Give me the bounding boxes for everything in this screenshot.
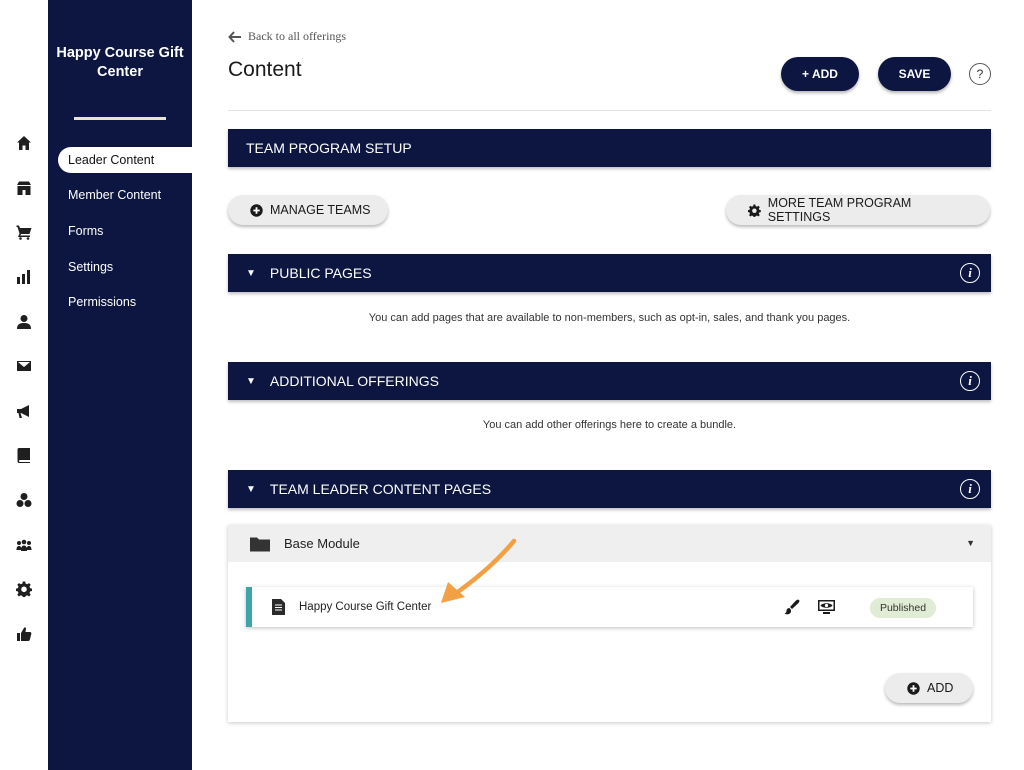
community-icon[interactable] [14, 535, 34, 555]
cart-icon[interactable] [14, 222, 34, 242]
status-badge: Published [870, 598, 936, 618]
megaphone-icon[interactable] [14, 401, 34, 421]
back-link[interactable]: Back to all offerings [228, 29, 346, 44]
module-name: Base Module [284, 536, 360, 551]
groups-icon[interactable] [14, 490, 34, 510]
additional-offerings-bar: ▼ ADDITIONAL OFFERINGS i [228, 362, 991, 400]
plus-circle-icon [907, 681, 920, 695]
team-program-setup-bar: TEAM PROGRAM SETUP [228, 129, 991, 167]
team-leader-content-title: TEAM LEADER CONTENT PAGES [269, 481, 492, 497]
add-button[interactable]: + ADD [781, 57, 859, 91]
preview-icon[interactable] [818, 599, 835, 615]
add-page-label: ADD [927, 681, 954, 695]
team-program-setup-title: TEAM PROGRAM SETUP [246, 140, 412, 156]
document-icon [272, 599, 285, 615]
mail-icon[interactable] [14, 356, 34, 376]
arrow-left-icon [228, 30, 241, 43]
gear-icon [748, 204, 761, 217]
info-icon[interactable]: i [960, 371, 980, 391]
more-team-settings-button[interactable]: MORE TEAM PROGRAM SETTINGS [726, 195, 990, 225]
collapse-toggle-icon[interactable]: ▼ [246, 268, 256, 279]
manage-teams-button[interactable]: MANAGE TEAMS [228, 195, 388, 225]
plus-circle-icon [250, 203, 263, 217]
content-page-row[interactable]: Happy Course Gift Center Published [246, 587, 973, 627]
header-divider [228, 110, 991, 111]
book-icon[interactable] [14, 445, 34, 465]
public-pages-note: You can add pages that are available to … [368, 312, 851, 324]
team-leader-content-bar: ▼ TEAM LEADER CONTENT PAGES i [228, 470, 991, 508]
icon-rail [0, 0, 48, 770]
chevron-down-icon[interactable]: ▼ [966, 538, 975, 548]
content-page-title: Happy Course Gift Center [299, 601, 432, 613]
additional-offerings-title: ADDITIONAL OFFERINGS [269, 373, 439, 389]
sidebar: Happy Course Gift Center Leader Content … [48, 0, 192, 770]
sidebar-item-permissions[interactable]: Permissions [58, 289, 192, 315]
store-icon[interactable] [14, 178, 34, 198]
info-icon[interactable]: i [960, 263, 980, 283]
back-link-label: Back to all offerings [248, 29, 347, 43]
gear-icon[interactable] [14, 579, 34, 599]
collapse-toggle-icon[interactable]: ▼ [246, 484, 256, 495]
module-card: Base Module ▼ Happy Course Gift Center P… [228, 525, 991, 722]
edit-brush-icon[interactable] [784, 599, 800, 615]
public-pages-title: PUBLIC PAGES [269, 265, 372, 281]
chart-icon[interactable] [14, 267, 34, 287]
collapse-toggle-icon[interactable]: ▼ [246, 376, 256, 387]
add-page-button[interactable]: ADD [885, 673, 973, 703]
brand-name: Happy Course Gift Center [56, 45, 184, 80]
public-pages-bar: ▼ PUBLIC PAGES i [228, 254, 991, 292]
page-title: Content [228, 58, 302, 81]
thumbs-up-icon[interactable] [14, 624, 34, 644]
sidebar-item-forms[interactable]: Forms [58, 218, 192, 244]
module-header[interactable]: Base Module ▼ [228, 525, 991, 562]
sidebar-item-leader-content[interactable]: Leader Content [58, 147, 192, 173]
brand-divider [74, 117, 166, 120]
sidebar-item-member-content[interactable]: Member Content [58, 182, 192, 208]
manage-teams-label: MANAGE TEAMS [270, 203, 371, 217]
folder-icon [250, 537, 270, 551]
additional-offerings-note: You can add other offerings here to crea… [482, 419, 737, 431]
info-icon[interactable]: i [960, 479, 980, 499]
more-team-settings-label: MORE TEAM PROGRAM SETTINGS [767, 196, 912, 224]
user-icon[interactable] [14, 312, 34, 332]
home-icon[interactable] [14, 133, 34, 153]
save-button[interactable]: SAVE [878, 57, 951, 91]
help-button[interactable]: ? [969, 63, 991, 85]
sidebar-item-settings[interactable]: Settings [58, 254, 192, 280]
